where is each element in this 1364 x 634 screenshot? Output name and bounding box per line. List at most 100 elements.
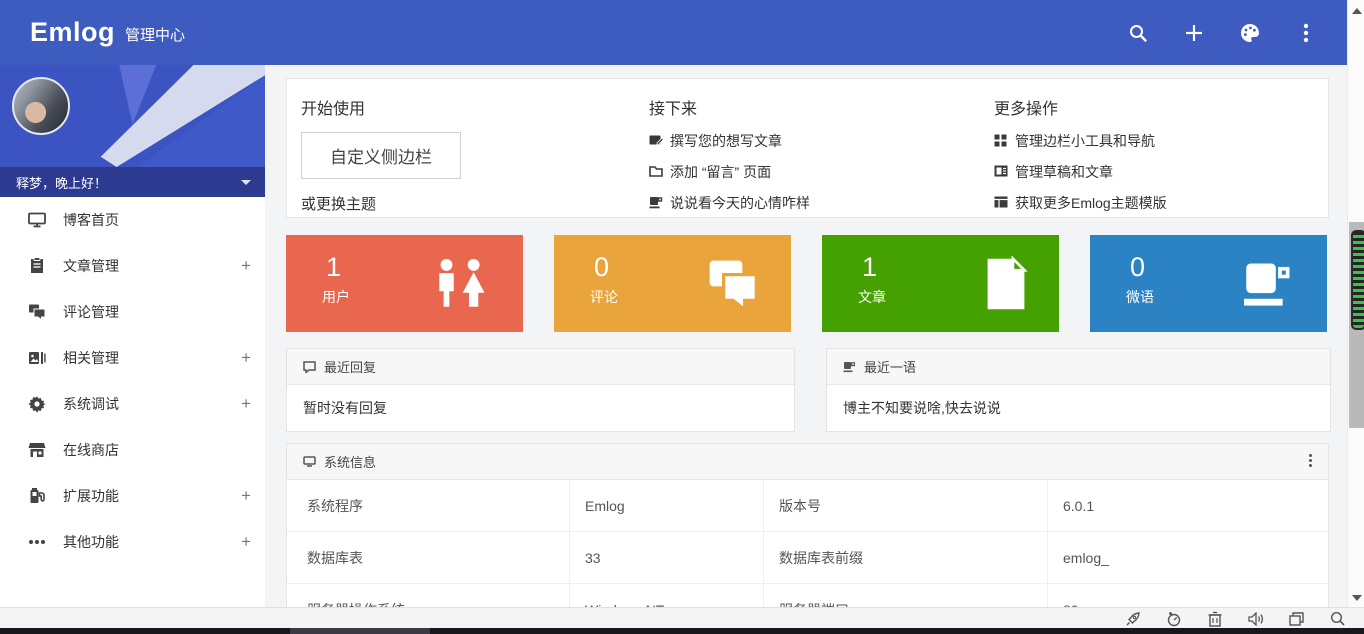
section-title: 开始使用 [301,95,461,119]
write-article-link[interactable]: 撰写您的想写文章 [649,131,810,150]
comments-icon [705,258,761,310]
section-title: 接下来 [649,95,810,119]
info-label: 版本号 [779,480,821,531]
stat-card-articles[interactable]: 1 文章 [822,235,1059,332]
stat-label: 文章 [858,287,886,307]
manage-widgets-link[interactable]: 管理边栏小工具和导航 [994,131,1167,150]
sidebar-menu: 博客首页 文章管理 + 评论管理 相关管理 + [0,197,265,565]
panel-title: 最近回复 [324,357,376,376]
stat-value: 1 [326,252,341,283]
get-themes-link[interactable]: 获取更多Emlog主题模版 [994,193,1167,212]
panel-header: 最近一语 [827,349,1330,385]
stat-label: 微语 [1126,287,1154,307]
panel-body: 博主不知要说啥,快去说说 [827,385,1330,431]
drafts-icon [994,165,1008,179]
theme-palette-icon[interactable] [1239,22,1261,44]
panel-title: 系统信息 [324,452,376,471]
monitor-icon [28,211,46,229]
link-label: 管理草稿和文章 [1015,162,1113,182]
boost-rocket-icon[interactable] [1124,610,1141,627]
speed-dial-icon[interactable] [1165,610,1182,627]
sidebar-item-label: 博客首页 [63,210,119,230]
sidebar-item-label: 评论管理 [63,302,119,322]
sidebar-item-articles[interactable]: 文章管理 + [0,243,265,289]
topbar-actions [1127,0,1317,65]
cup-icon [649,196,663,210]
plugin-icon [28,487,46,505]
sidebar-item-store[interactable]: 在线商店 [0,427,265,473]
info-label: 数据库表前缀 [779,532,863,583]
logo[interactable]: Emlog [30,17,115,48]
gear-icon [28,395,46,413]
browser-statusbar [0,607,1364,629]
stat-value: 0 [1130,252,1145,283]
expand-plus-icon[interactable]: + [241,532,251,552]
post-note-link[interactable]: 说说看今天的心情咋样 [649,193,810,212]
write-icon [649,134,663,148]
expand-plus-icon[interactable]: + [241,256,251,276]
sidebar-item-label: 扩展功能 [63,486,119,506]
info-value: Emlog [585,480,625,531]
scrollbar-thumb[interactable] [1349,222,1364,428]
sidebar-item-extensions[interactable]: 扩展功能 + [0,473,265,519]
sidebar-item-system[interactable]: 系统调试 + [0,381,265,427]
statusbar-icons [1124,608,1346,629]
manage-drafts-link[interactable]: 管理草稿和文章 [994,162,1167,181]
overflow-menu-icon[interactable] [1295,22,1317,44]
table-row: 数据库表 33 数据库表前缀 emlog_ [287,532,1328,584]
expand-plus-icon[interactable]: + [241,486,251,506]
scroll-up-icon[interactable] [1352,8,1362,14]
info-value: 33 [585,532,601,583]
volume-icon[interactable] [1247,610,1264,627]
link-label: 管理边栏小工具和导航 [1015,131,1155,151]
more-actions-column: 更多操作 管理边栏小工具和导航 管理草稿和文章 获取更多Emlog主题模版 [994,79,1167,212]
sidebar-item-blog-home[interactable]: 博客首页 [0,197,265,243]
new-post-icon[interactable] [1183,22,1205,44]
window-restore-icon[interactable] [1288,610,1305,627]
stat-card-users[interactable]: 1 用户 [286,235,523,332]
table-row: 系统程序 Emlog 版本号 6.0.1 [287,480,1328,532]
sidebar-item-other[interactable]: 其他功能 + [0,519,265,565]
stat-label: 用户 [322,287,350,307]
info-value: 6.0.1 [1063,480,1094,531]
add-page-link[interactable]: 添加 “留言” 页面 [649,162,810,181]
panel-menu-icon[interactable] [1309,454,1312,467]
scroll-indicator [1351,230,1364,330]
topbar: Emlog 管理中心 [0,0,1347,65]
note-prompt-text[interactable]: 博主不知要说啥,快去说说 [843,398,1001,418]
page-title: 管理中心 [125,24,185,45]
search-icon[interactable] [1329,610,1346,627]
article-icon [28,257,46,275]
scrollbar[interactable] [1347,0,1364,628]
info-label: 系统程序 [307,480,363,531]
cup-icon [1241,259,1297,309]
empty-replies-text: 暂时没有回复 [303,398,387,418]
link-label: 获取更多Emlog主题模版 [1015,193,1167,213]
greeting-bar[interactable]: 释梦，晚上好！ [0,167,265,197]
stat-card-comments[interactable]: 0 评论 [554,235,791,332]
greeting-text: 释梦，晚上好！ [16,173,107,192]
more-icon [28,533,46,551]
trash-icon[interactable] [1206,610,1223,627]
scroll-down-icon[interactable] [1352,595,1362,601]
expand-plus-icon[interactable]: + [241,348,251,368]
stat-value: 1 [862,252,877,283]
monitor-icon [303,456,316,467]
link-label: 撰写您的想写文章 [670,131,782,151]
system-info-panel: 系统信息 系统程序 Emlog 版本号 6.0.1 数据库表 33 数据库表前缀… [286,443,1329,612]
customize-sidebar-button[interactable]: 自定义侧边栏 [301,132,461,179]
avatar[interactable] [12,77,70,135]
sidebar-item-label: 其他功能 [63,532,119,552]
sidebar-item-related[interactable]: 相关管理 + [0,335,265,381]
stat-label: 评论 [590,287,618,307]
stat-card-notes[interactable]: 0 微语 [1090,235,1327,332]
comments-icon [28,303,46,321]
store-icon [28,441,46,459]
search-icon[interactable] [1127,22,1149,44]
taskbar-item[interactable] [290,628,430,634]
themes-icon [994,196,1008,210]
sidebar-item-comments[interactable]: 评论管理 [0,289,265,335]
expand-plus-icon[interactable]: + [241,394,251,414]
change-theme-link[interactable]: 或更换主题 [301,193,461,214]
users-icon [431,258,493,310]
